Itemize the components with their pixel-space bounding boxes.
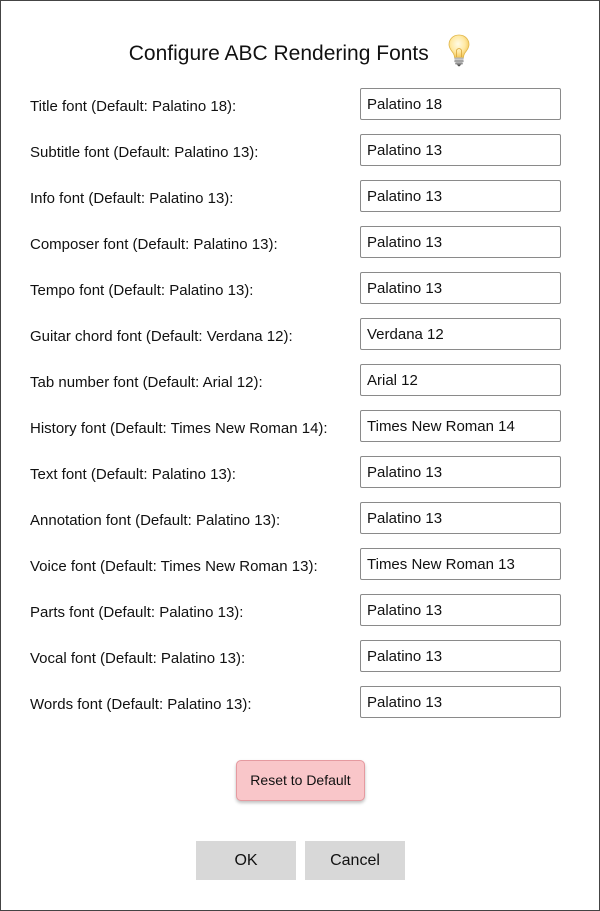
- tempo-font-input[interactable]: [360, 272, 561, 304]
- font-row-parts: Parts font (Default: Palatino 13):: [30, 594, 561, 626]
- guitar-chord-font-input[interactable]: [360, 318, 561, 350]
- font-row-text: Text font (Default: Palatino 13):: [30, 456, 561, 488]
- font-row-composer: Composer font (Default: Palatino 13):: [30, 226, 561, 258]
- font-label: Info font (Default: Palatino 13):: [30, 190, 234, 207]
- font-row-tempo: Tempo font (Default: Palatino 13):: [30, 272, 561, 304]
- font-label: Annotation font (Default: Palatino 13):: [30, 512, 281, 529]
- reset-to-default-button[interactable]: Reset to Default: [236, 760, 365, 801]
- words-font-input[interactable]: [360, 686, 561, 718]
- font-row-annotation: Annotation font (Default: Palatino 13):: [30, 502, 561, 534]
- font-row-words: Words font (Default: Palatino 13):: [30, 686, 561, 718]
- font-row-title: Title font (Default: Palatino 18):: [30, 88, 561, 120]
- font-label: Composer font (Default: Palatino 13):: [30, 236, 278, 253]
- info-font-input[interactable]: [360, 180, 561, 212]
- subtitle-font-input[interactable]: [360, 134, 561, 166]
- lightbulb-icon[interactable]: [447, 33, 471, 67]
- voice-font-input[interactable]: [360, 548, 561, 580]
- font-label: History font (Default: Times New Roman 1…: [30, 420, 328, 437]
- font-label: Vocal font (Default: Palatino 13):: [30, 650, 246, 667]
- parts-font-input[interactable]: [360, 594, 561, 626]
- annotation-font-input[interactable]: [360, 502, 561, 534]
- font-label: Subtitle font (Default: Palatino 13):: [30, 144, 259, 161]
- font-label: Words font (Default: Palatino 13):: [30, 696, 252, 713]
- cancel-button[interactable]: Cancel: [305, 841, 405, 880]
- vocal-font-input[interactable]: [360, 640, 561, 672]
- font-row-history: History font (Default: Times New Roman 1…: [30, 410, 561, 442]
- tab-number-font-input[interactable]: [360, 364, 561, 396]
- dialog-title: Configure ABC Rendering Fonts: [128, 42, 429, 65]
- ok-button[interactable]: OK: [196, 841, 296, 880]
- font-label: Guitar chord font (Default: Verdana 12):: [30, 328, 293, 345]
- font-row-subtitle: Subtitle font (Default: Palatino 13):: [30, 134, 561, 166]
- title-font-input[interactable]: [360, 88, 561, 120]
- font-row-info: Info font (Default: Palatino 13):: [30, 180, 561, 212]
- font-label: Tab number font (Default: Arial 12):: [30, 374, 263, 391]
- history-font-input[interactable]: [360, 410, 561, 442]
- font-label: Tempo font (Default: Palatino 13):: [30, 282, 254, 299]
- font-label: Text font (Default: Palatino 13):: [30, 466, 236, 483]
- font-label: Voice font (Default: Times New Roman 13)…: [30, 558, 318, 575]
- font-row-tab-number: Tab number font (Default: Arial 12):: [30, 364, 561, 396]
- font-row-voice: Voice font (Default: Times New Roman 13)…: [30, 548, 561, 580]
- font-label: Parts font (Default: Palatino 13):: [30, 604, 244, 621]
- font-label: Title font (Default: Palatino 18):: [30, 98, 237, 115]
- font-row-vocal: Vocal font (Default: Palatino 13):: [30, 640, 561, 672]
- title-row: Configure ABC Rendering Fonts: [1, 34, 599, 71]
- font-config-dialog: Configure ABC Rendering Fonts Title font…: [0, 0, 600, 911]
- composer-font-input[interactable]: [360, 226, 561, 258]
- font-row-guitar-chord: Guitar chord font (Default: Verdana 12):: [30, 318, 561, 350]
- text-font-input[interactable]: [360, 456, 561, 488]
